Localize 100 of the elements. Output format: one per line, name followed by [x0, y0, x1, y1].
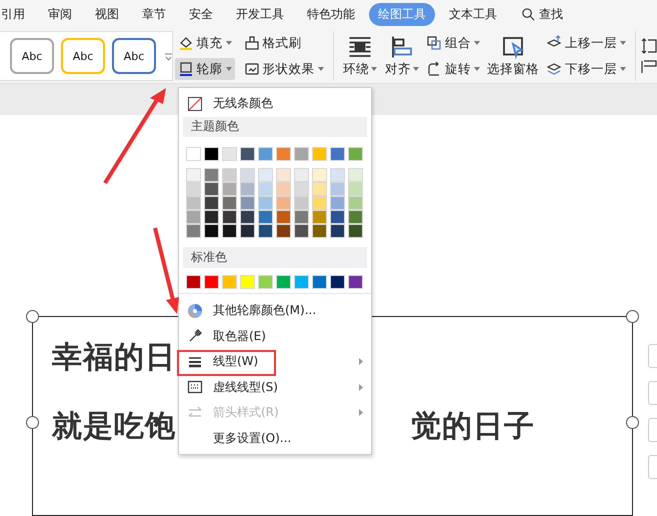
- color-swatch[interactable]: [204, 275, 219, 290]
- wrap-button[interactable]: 环绕: [338, 34, 381, 78]
- color-swatch[interactable]: [330, 182, 345, 196]
- color-swatch[interactable]: [294, 168, 309, 182]
- color-swatch[interactable]: [222, 210, 237, 224]
- color-swatch[interactable]: [222, 168, 237, 182]
- ribbon-tab[interactable]: 特色功能: [298, 3, 364, 26]
- selection-pane-button[interactable]: 选择窗格: [482, 34, 543, 78]
- color-swatch[interactable]: [294, 275, 309, 290]
- fill-button[interactable]: 填充: [174, 32, 234, 54]
- color-swatch[interactable]: [204, 224, 219, 238]
- color-swatch[interactable]: [204, 196, 219, 210]
- color-swatch[interactable]: [330, 168, 345, 182]
- color-swatch[interactable]: [204, 146, 219, 161]
- ribbon-tab[interactable]: 安全: [180, 3, 222, 26]
- color-swatch[interactable]: [312, 182, 327, 196]
- search-button[interactable]: 查找: [521, 6, 563, 24]
- color-swatch[interactable]: [186, 275, 201, 290]
- color-swatch[interactable]: [348, 182, 363, 196]
- more-styles-icon[interactable]: [165, 52, 172, 61]
- ribbon-tab[interactable]: 开发工具: [227, 3, 293, 26]
- color-swatch[interactable]: [348, 168, 363, 182]
- resize-handle[interactable]: [626, 310, 639, 324]
- color-swatch[interactable]: [348, 210, 363, 224]
- send-backward-button[interactable]: 下移一层: [542, 58, 629, 80]
- color-swatch[interactable]: [276, 182, 291, 196]
- color-swatch[interactable]: [186, 210, 201, 224]
- color-swatch[interactable]: [258, 182, 273, 196]
- color-swatch[interactable]: [222, 196, 237, 210]
- color-swatch[interactable]: [240, 210, 255, 224]
- ribbon-tab[interactable]: 章节: [133, 3, 175, 26]
- color-swatch[interactable]: [240, 196, 255, 210]
- color-swatch[interactable]: [240, 146, 255, 161]
- color-swatch[interactable]: [348, 146, 363, 161]
- color-swatch[interactable]: [186, 146, 201, 161]
- color-swatch[interactable]: [222, 224, 237, 238]
- color-swatch[interactable]: [330, 146, 345, 161]
- color-swatch[interactable]: [186, 224, 201, 238]
- menu-item[interactable]: 取色器(E): [179, 324, 371, 349]
- color-swatch[interactable]: [294, 224, 309, 238]
- ribbon-tab[interactable]: 文本工具: [440, 3, 506, 26]
- color-swatch[interactable]: [348, 224, 363, 238]
- group-button[interactable]: 组合: [422, 32, 483, 54]
- color-swatch[interactable]: [330, 275, 345, 290]
- color-swatch[interactable]: [240, 224, 255, 238]
- color-swatch[interactable]: [330, 196, 345, 210]
- color-swatch[interactable]: [258, 224, 273, 238]
- menu-item[interactable]: 其他轮廓颜色(M)...: [179, 298, 371, 324]
- color-swatch[interactable]: [222, 182, 237, 196]
- color-swatch[interactable]: [312, 146, 327, 161]
- color-swatch[interactable]: [348, 196, 363, 210]
- color-swatch[interactable]: [186, 182, 201, 196]
- color-swatch[interactable]: [312, 275, 327, 290]
- color-swatch[interactable]: [294, 210, 309, 224]
- color-swatch[interactable]: [240, 182, 255, 196]
- bring-forward-button[interactable]: 上移一层: [542, 32, 629, 54]
- color-swatch[interactable]: [312, 224, 327, 238]
- color-swatch[interactable]: [222, 275, 237, 290]
- align-button[interactable]: 对齐: [380, 34, 423, 78]
- shape-effects-button[interactable]: 形状效果: [240, 58, 326, 80]
- menu-item[interactable]: 更多设置(O)...: [179, 426, 371, 451]
- shape-style-preset[interactable]: Abc: [112, 38, 156, 74]
- outline-button[interactable]: 轮廓: [174, 58, 234, 80]
- color-swatch[interactable]: [186, 168, 201, 182]
- color-swatch[interactable]: [240, 168, 255, 182]
- color-swatch[interactable]: [276, 146, 291, 161]
- color-swatch[interactable]: [330, 224, 345, 238]
- color-swatch[interactable]: [204, 182, 219, 196]
- rotate-button[interactable]: 旋转: [422, 58, 483, 80]
- color-swatch[interactable]: [294, 146, 309, 161]
- color-swatch[interactable]: [312, 210, 327, 224]
- color-swatch[interactable]: [258, 168, 273, 182]
- color-swatch[interactable]: [294, 196, 309, 210]
- color-swatch[interactable]: [258, 210, 273, 224]
- menu-item[interactable]: 虚线线型(S): [179, 374, 371, 400]
- menu-item[interactable]: 线型(W): [179, 349, 371, 374]
- color-swatch[interactable]: [294, 182, 309, 196]
- color-swatch[interactable]: [312, 196, 327, 210]
- color-swatch[interactable]: [276, 168, 291, 182]
- ribbon-tab[interactable]: 视图: [86, 3, 128, 26]
- resize-handle[interactable]: [626, 416, 639, 430]
- color-swatch[interactable]: [312, 168, 327, 182]
- shape-style-preset[interactable]: Abc: [10, 38, 54, 74]
- color-swatch[interactable]: [258, 275, 273, 290]
- ribbon-tab[interactable]: 引用: [0, 3, 34, 26]
- color-swatch[interactable]: [276, 196, 291, 210]
- resize-handle[interactable]: [26, 416, 39, 430]
- color-swatch[interactable]: [258, 146, 273, 161]
- color-swatch[interactable]: [222, 146, 237, 161]
- color-swatch[interactable]: [276, 275, 291, 290]
- color-swatch[interactable]: [258, 196, 273, 210]
- color-swatch[interactable]: [186, 196, 201, 210]
- shape-style-preset[interactable]: Abc: [61, 38, 105, 74]
- color-swatch[interactable]: [348, 275, 363, 290]
- color-swatch[interactable]: [204, 210, 219, 224]
- color-swatch[interactable]: [276, 224, 291, 238]
- color-swatch[interactable]: [204, 168, 219, 182]
- color-swatch[interactable]: [276, 210, 291, 224]
- resize-handle[interactable]: [26, 310, 39, 324]
- format-painter-button[interactable]: 格式刷: [240, 32, 304, 54]
